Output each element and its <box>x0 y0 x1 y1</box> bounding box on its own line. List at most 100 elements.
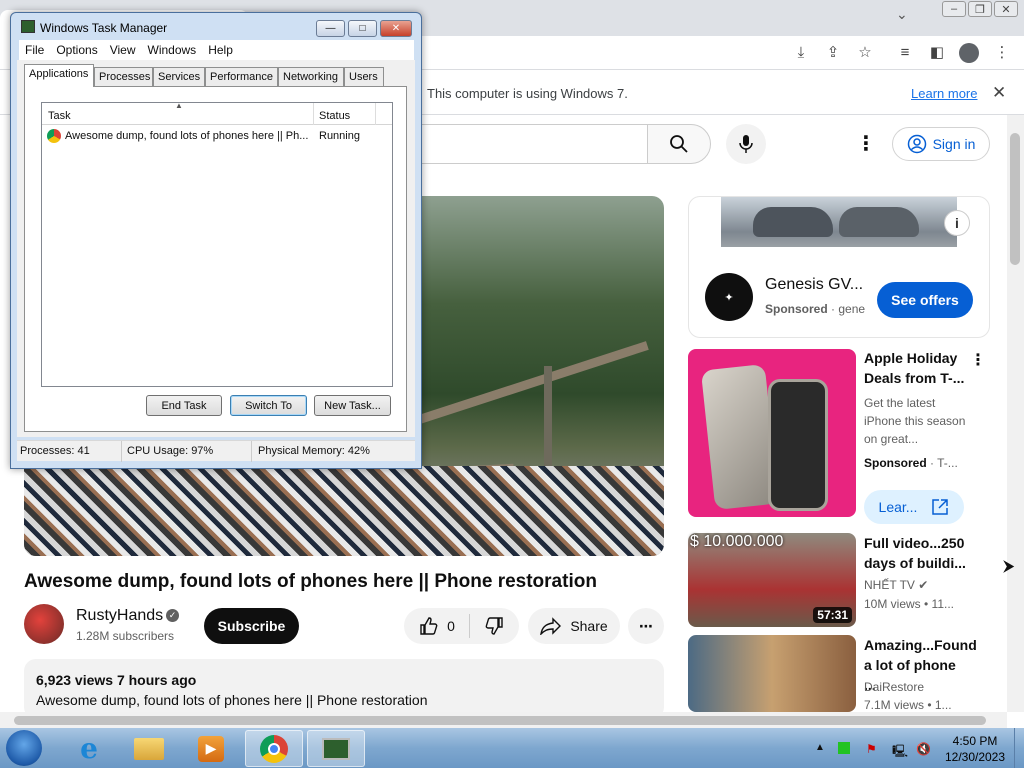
share-label: Share <box>570 618 608 634</box>
task-row[interactable]: Awesome dump, found lots of phones here … <box>42 127 392 145</box>
minimize-icon[interactable]: — <box>316 20 345 37</box>
install-icon[interactable]: ⤓ <box>791 44 811 62</box>
system-clock[interactable]: 4:50 PM 12/30/2023 <box>940 733 1010 765</box>
task-status: Running <box>319 130 360 142</box>
switch-to-button[interactable]: Switch To <box>230 395 307 416</box>
tab-applications[interactable]: Applications <box>24 64 94 87</box>
vertical-scroll-thumb[interactable] <box>1010 133 1020 265</box>
volume-muted-icon[interactable]: 🔇 <box>916 742 931 756</box>
menu-windows[interactable]: Windows <box>142 43 203 57</box>
menu-file[interactable]: File <box>19 43 50 57</box>
voice-search-button[interactable] <box>726 124 766 164</box>
rec-menu-icon[interactable]: ⋮ <box>970 350 986 370</box>
horizontal-scroll-thumb[interactable] <box>14 716 986 725</box>
channel-avatar[interactable] <box>24 604 64 644</box>
bookmark-star-icon[interactable]: ☆ <box>855 44 875 62</box>
close-icon[interactable]: ✕ <box>994 1 1018 17</box>
minimize-icon[interactable]: – <box>942 1 966 17</box>
verified-check-icon: ✔ <box>918 578 929 592</box>
new-task-button[interactable]: New Task... <box>314 395 391 416</box>
close-icon[interactable]: ✕ <box>380 20 412 37</box>
search-button[interactable] <box>647 124 711 164</box>
show-hidden-icons-icon[interactable]: ▲ <box>815 742 825 753</box>
sign-in-button[interactable]: Sign in <box>892 127 990 161</box>
rec-sponsor-line: Sponsored · T-... <box>864 456 958 470</box>
browser-menu-icon[interactable]: ⋮ <box>992 44 1012 62</box>
network-status-icon[interactable] <box>838 742 850 754</box>
learn-more-button[interactable]: Lear... <box>864 490 964 524</box>
sponsored-label: Sponsored <box>864 456 927 470</box>
rec-description: Get the latest iPhone this season on gre… <box>864 396 966 446</box>
tab-search-chevron-icon[interactable]: ⌄ <box>896 6 908 23</box>
ad-sponsor-line: Sponsored · gene <box>765 302 866 316</box>
description-text: Awesome dump, found lots of phones here … <box>36 692 428 708</box>
end-task-button[interactable]: End Task <box>146 395 222 416</box>
file-explorer-icon[interactable] <box>120 730 178 767</box>
ad-banner-image[interactable] <box>721 197 957 247</box>
chrome-taskbar-icon[interactable] <box>245 730 303 767</box>
action-center-icon[interactable]: ⚑ <box>866 742 877 756</box>
task-manager-taskbar-icon[interactable] <box>307 730 365 767</box>
profile-avatar-icon[interactable] <box>959 43 979 63</box>
subscribe-button[interactable]: Subscribe <box>204 608 299 644</box>
tab-processes[interactable]: Processes <box>94 67 153 86</box>
column-status[interactable]: Status <box>319 110 350 122</box>
clock-date: 12/30/2023 <box>944 750 1006 764</box>
share-button[interactable]: Share <box>528 608 620 644</box>
account-circle-icon <box>907 134 926 154</box>
network-icon[interactable]: 🖳 <box>892 742 908 763</box>
like-count: 0 <box>447 618 455 634</box>
subscriber-count: 1.28M subscribers <box>76 629 175 643</box>
media-player-icon[interactable]: ▶ <box>182 730 240 767</box>
ad-title[interactable]: Genesis GV... <box>765 276 863 294</box>
like-dislike-group: 0 <box>404 608 519 644</box>
media-queue-icon[interactable]: ≡ <box>895 44 915 62</box>
windows-start-icon[interactable] <box>6 730 42 766</box>
maximize-icon[interactable]: □ <box>348 20 377 37</box>
thumbs-down-icon[interactable] <box>484 616 504 636</box>
cpu-usage: CPU Usage: 97% <box>127 445 214 457</box>
rec-title[interactable]: Apple Holiday Deals from T-... <box>864 348 968 388</box>
advertiser-logo: ✦ <box>705 273 753 321</box>
tab-networking[interactable]: Networking <box>278 67 344 86</box>
column-task[interactable]: Task <box>48 110 71 122</box>
like-button[interactable]: 0 <box>419 616 455 636</box>
more-actions-icon[interactable]: ⋯ <box>628 608 664 644</box>
tab-users[interactable]: Users <box>344 67 384 86</box>
menu-help[interactable]: Help <box>202 43 239 57</box>
task-manager-menubar: File Options View Windows Help <box>19 40 414 60</box>
channel-name: NHẾT TV <box>864 578 915 592</box>
see-offers-button[interactable]: See offers <box>877 282 973 318</box>
tab-performance[interactable]: Performance <box>205 67 278 86</box>
thumbnail-overlay-text: $ 10.000.000 <box>690 533 784 550</box>
learn-more-link[interactable]: Learn more <box>911 86 977 101</box>
side-panel-icon[interactable]: ◧ <box>927 44 947 62</box>
search-input[interactable] <box>400 124 648 164</box>
description-box[interactable] <box>24 659 664 719</box>
clock-time: 4:50 PM <box>952 734 998 748</box>
rec-thumbnail[interactable] <box>688 635 856 712</box>
views-and-date: 6,923 views 7 hours ago <box>36 672 197 688</box>
rec-thumbnail[interactable] <box>688 349 856 517</box>
channel-name[interactable]: RustyHands <box>76 607 163 625</box>
video-title: Awesome dump, found lots of phones here … <box>24 571 597 592</box>
mouse-cursor-icon: ⮞ <box>1003 558 1015 575</box>
rec-channel: NHẾT TV ✔ <box>864 578 928 592</box>
verified-check-icon: ✓ <box>166 609 179 622</box>
tab-services[interactable]: Services <box>153 67 205 86</box>
menu-options[interactable]: Options <box>50 43 103 57</box>
show-desktop-button[interactable] <box>1014 728 1024 768</box>
menu-view[interactable]: View <box>104 43 142 57</box>
share-icon[interactable]: ⇪ <box>823 44 843 62</box>
rec-title[interactable]: Full video...250 days of buildi... <box>864 533 968 573</box>
settings-kebab-icon[interactable]: ⋮ <box>856 131 876 156</box>
close-icon[interactable]: ✕ <box>992 83 1006 103</box>
info-icon[interactable]: i <box>944 210 970 236</box>
rec-meta: 10M views • 11... <box>864 597 955 611</box>
sponsored-label: Sponsored <box>765 302 828 316</box>
processes-count: Processes: 41 <box>20 445 90 457</box>
internet-explorer-icon[interactable]: e <box>60 730 118 767</box>
restore-icon[interactable]: ❐ <box>968 1 992 17</box>
task-manager-title: Windows Task Manager <box>40 21 168 35</box>
search-icon <box>670 135 688 153</box>
